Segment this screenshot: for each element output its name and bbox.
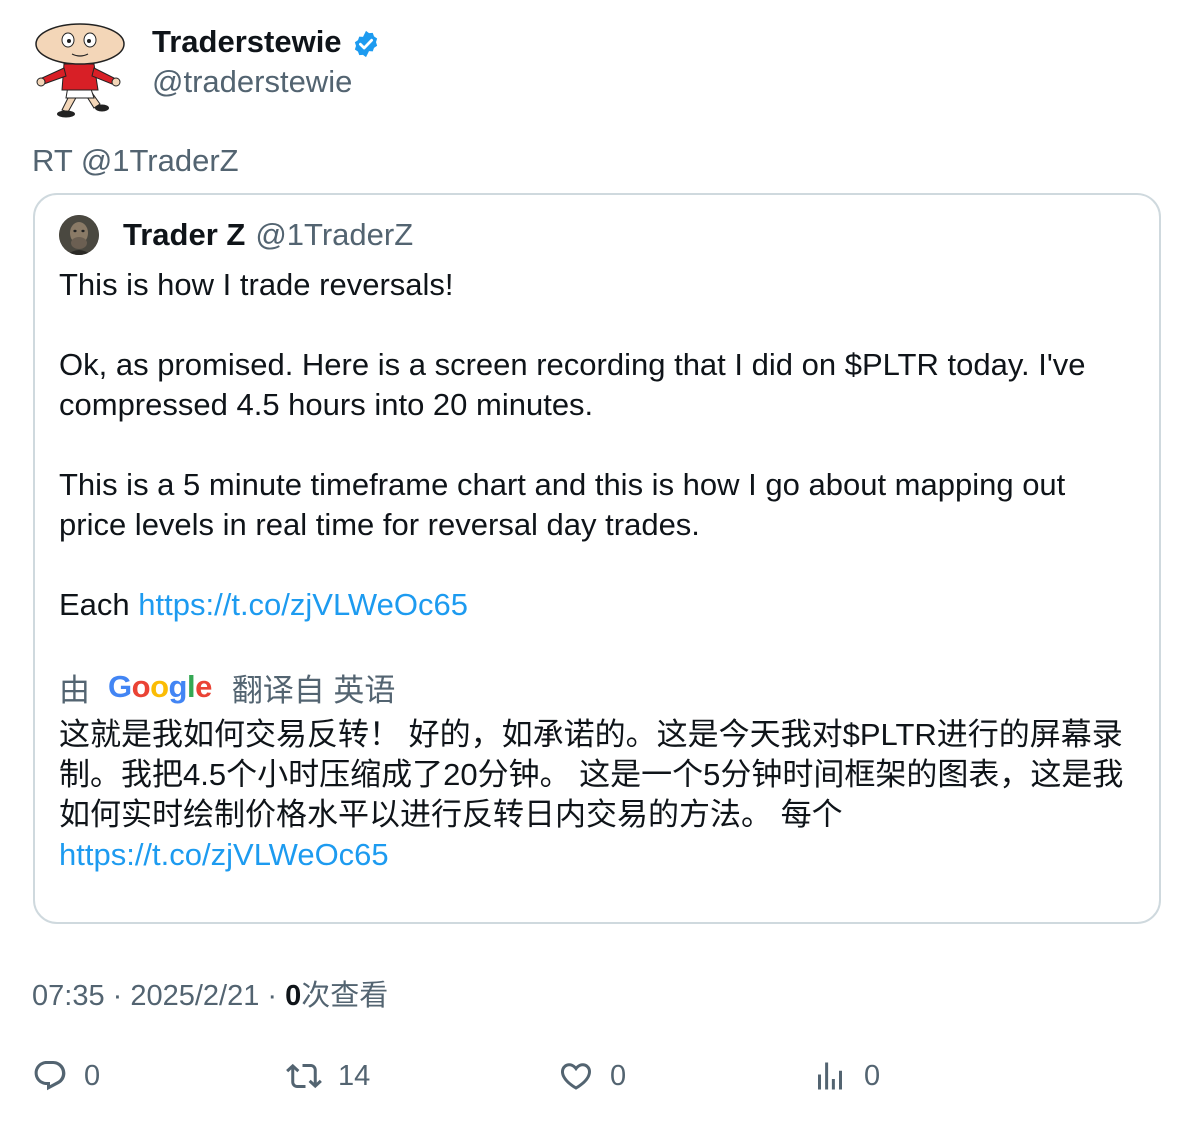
meta-separator-2: · — [259, 980, 286, 1012]
views-count: 0 — [285, 980, 302, 1012]
reply-button[interactable]: 0 — [32, 1058, 100, 1094]
translated-text: 这就是我如何交易反转！ 好的，如承诺的。这是今天我对$PLTR进行的屏幕录制。我… — [59, 715, 1139, 875]
verified-badge-icon — [354, 30, 377, 58]
translated-link[interactable]: https://t.co/zjVLWeOc65 — [59, 837, 389, 872]
like-count: 0 — [610, 1059, 627, 1092]
author-display-name[interactable]: Traderstewie — [152, 24, 342, 60]
heart-icon — [560, 1063, 592, 1090]
author-avatar[interactable] — [32, 20, 128, 120]
quoted-paragraph-2: Ok, as promised. Here is a screen record… — [59, 347, 1086, 422]
quoted-paragraph-4: Each https://t.co/zjVLWeOc65 — [59, 585, 1139, 625]
quoted-author-avatar — [59, 215, 99, 255]
tweet-header: Traderstewie @traderstewie — [32, 20, 381, 120]
quoted-tweet-header: Trader Z @1TraderZ — [59, 215, 413, 255]
stewie-avatar-icon — [35, 23, 125, 118]
quoted-paragraph-1: This is how I trade reversals! — [59, 267, 454, 302]
author-names: Traderstewie @traderstewie — [152, 22, 381, 100]
tweet-meta: 07:35 · 2025/2/21 · 0次查看 — [32, 972, 388, 1014]
display-name-row: Traderstewie — [152, 22, 381, 62]
google-logo-icon: Google — [108, 669, 212, 704]
translated-from-label: 翻译自 英语 — [231, 672, 396, 708]
translation-attribution: 由 Google 翻译自 英语 — [59, 667, 396, 708]
retweet-icon — [286, 1063, 322, 1089]
reply-count: 0 — [84, 1059, 101, 1092]
reply-icon — [34, 1061, 66, 1091]
tweet-actions: 0 14 0 0 — [32, 1058, 1132, 1106]
quoted-paragraph-3: This is a 5 minute timeframe chart and t… — [59, 467, 1066, 542]
views-action-count: 0 — [864, 1059, 881, 1092]
meta-separator: · — [104, 980, 131, 1012]
quoted-tweet-body: This is how I trade reversals! Ok, as pr… — [59, 265, 1139, 625]
tweet-date[interactable]: 2025/2/21 — [130, 980, 259, 1012]
translated-text-body: 这就是我如何交易反转！ 好的，如承诺的。这是今天我对$PLTR进行的屏幕录制。我… — [59, 717, 1124, 832]
translation-by-label: 由 — [59, 672, 90, 708]
views-button[interactable]: 0 — [812, 1058, 880, 1094]
bar-chart-icon — [818, 1062, 842, 1090]
retweet-count: 14 — [338, 1059, 371, 1092]
trader-z-avatar-icon — [59, 215, 99, 255]
author-handle[interactable]: @traderstewie — [152, 64, 381, 100]
quoted-link[interactable]: https://t.co/zjVLWeOc65 — [138, 587, 468, 622]
retweet-line: RT @1TraderZ — [32, 143, 239, 178]
quoted-tweet-card[interactable]: Trader Z @1TraderZ This is how I trade r… — [33, 193, 1161, 924]
tweet-time[interactable]: 07:35 — [32, 980, 105, 1012]
like-button[interactable]: 0 — [558, 1058, 626, 1094]
quoted-author-display-name: Trader Z — [123, 217, 246, 252]
quoted-author-handle: @1TraderZ — [255, 217, 414, 252]
views-label: 次查看 — [301, 980, 389, 1012]
quoted-paragraph-4-prefix: Each — [59, 587, 139, 622]
retweet-button[interactable]: 14 — [286, 1058, 370, 1094]
